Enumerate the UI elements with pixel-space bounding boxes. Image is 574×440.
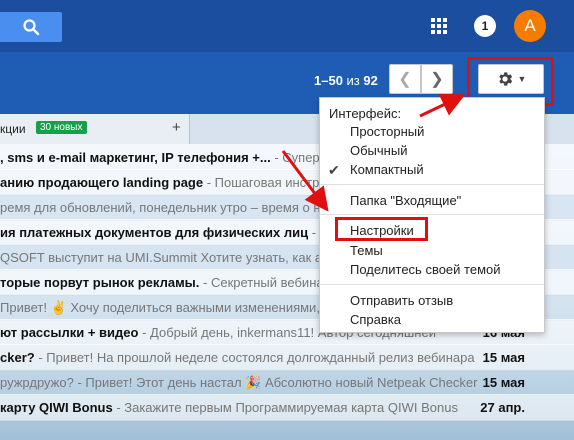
check-icon: ✔ xyxy=(328,162,340,178)
mail-date: 15 мая xyxy=(482,350,525,365)
mail-date: 15 мая xyxy=(482,375,525,390)
chevron-left-icon: ❮ xyxy=(398,71,412,88)
mail-snippet: - Привет! На прошлой неделе состоялся до… xyxy=(34,350,475,365)
mail-row[interactable]: cker? - Привет! На прошлой неделе состоя… xyxy=(0,344,574,371)
tab-promotions[interactable]: кции 30 новых + xyxy=(0,114,190,144)
mail-subject-text: ют рассылки + видео xyxy=(0,325,139,340)
menu-divider xyxy=(320,214,544,215)
mail-row[interactable]: ружрдружо? - Привет! Этот день настал 🎉 … xyxy=(0,369,574,396)
pager-text: 1–50 из 92 xyxy=(314,73,378,88)
mail-subject: ружрдружо? - Привет! Этот день настал 🎉 … xyxy=(0,375,478,391)
mail-subject: ия платежных документов для физических л… xyxy=(0,225,364,240)
mail-subject: анию продающего landing page - Пошаговая… xyxy=(0,175,353,190)
menu-divider xyxy=(320,184,544,185)
search-icon xyxy=(23,19,40,36)
mail-subject-text: анию продающего landing page xyxy=(0,175,204,190)
menu-item-feedback[interactable]: Отправить отзыв xyxy=(350,293,453,308)
mail-subject-text: , sms и e-mail маркетинг, IP телефония +… xyxy=(0,150,271,165)
mail-row[interactable]: карту QIWI Bonus - Закажите первым Прогр… xyxy=(0,394,574,421)
mail-snippet: - Закажите первым Программируемая карта … xyxy=(112,400,458,415)
mail-snippet: ружрдружо? - Привет! Этот день настал 🎉 … xyxy=(0,375,478,390)
new-count-badge: 30 новых xyxy=(36,121,87,134)
add-tab-icon[interactable]: + xyxy=(172,119,181,136)
top-header: 1 A xyxy=(0,0,574,52)
mail-subject-text: cker? xyxy=(0,350,35,365)
menu-item-help[interactable]: Справка xyxy=(350,312,401,327)
apps-grid-icon[interactable] xyxy=(431,18,447,37)
mail-snippet: Привет! ✌ Хочу поделиться важными измене… xyxy=(0,300,374,315)
menu-item-compact[interactable]: Компактный xyxy=(350,162,424,177)
settings-menu: Интерфейс: Просторный Обычный ✔ Компактн… xyxy=(319,97,545,333)
pager-total: 92 xyxy=(363,73,378,88)
menu-item-spacious[interactable]: Просторный xyxy=(350,124,424,139)
menu-item-themes[interactable]: Темы xyxy=(350,243,383,258)
mail-subject: cker? - Привет! На прошлой неделе состоя… xyxy=(0,350,475,365)
chevron-right-icon: ❯ xyxy=(430,71,444,88)
older-page-button[interactable]: ❯ xyxy=(421,64,453,94)
tab-label: кции xyxy=(0,122,26,136)
notification-badge[interactable]: 1 xyxy=(474,15,496,37)
mail-subject-text: ия платежных документов для физических л… xyxy=(0,225,309,240)
menu-section-title: Интерфейс: xyxy=(329,106,402,121)
pager-of: из xyxy=(346,73,360,88)
pager-range: 1–50 xyxy=(314,73,343,88)
mail-subject: карту QIWI Bonus - Закажите первым Прогр… xyxy=(0,400,458,415)
mail-snippet: - Секретный вебинар xyxy=(199,275,331,290)
mail-subject-text: торые порвут рынок рекламы. xyxy=(0,275,200,290)
mail-date: 27 апр. xyxy=(480,400,525,415)
menu-item-inbox[interactable]: Папка "Входящие" xyxy=(350,193,461,208)
mail-subject-text: карту QIWI Bonus xyxy=(0,400,113,415)
menu-item-share-theme[interactable]: Поделитесь своей темой xyxy=(350,262,501,277)
mail-subject: торые порвут рынок рекламы. - Секретный … xyxy=(0,275,331,290)
mail-subject: Привет! ✌ Хочу поделиться важными измене… xyxy=(0,300,373,316)
menu-divider xyxy=(320,284,544,285)
mail-row[interactable] xyxy=(0,419,574,440)
menu-item-normal[interactable]: Обычный xyxy=(350,143,407,158)
newer-page-button[interactable]: ❮ xyxy=(389,64,421,94)
account-avatar[interactable]: A xyxy=(514,10,546,42)
settings-item-highlight xyxy=(335,217,428,241)
search-button[interactable] xyxy=(0,12,62,42)
